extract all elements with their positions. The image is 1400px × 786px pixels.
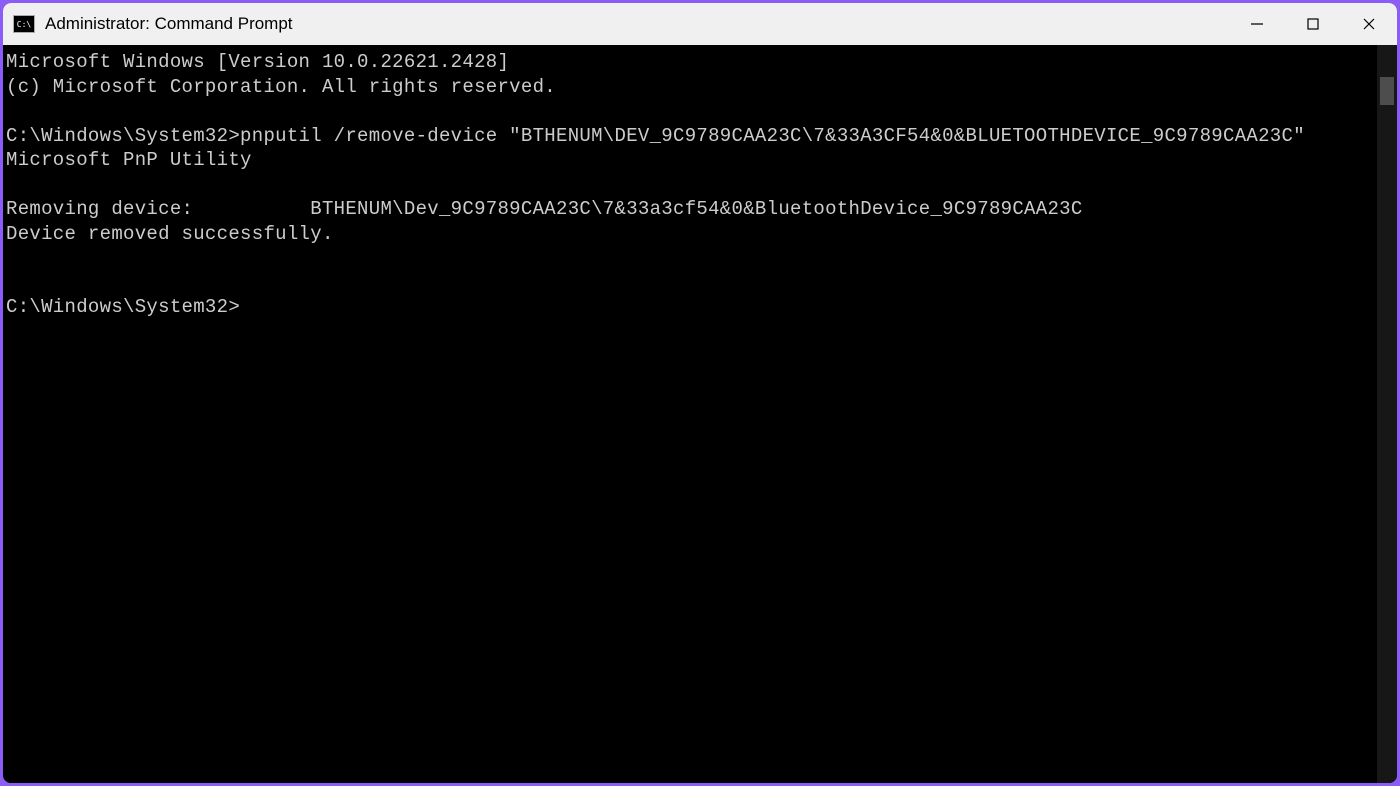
maximize-icon xyxy=(1306,17,1320,31)
window-controls xyxy=(1229,3,1397,45)
window-title: Administrator: Command Prompt xyxy=(45,14,293,34)
scrollbar-thumb[interactable] xyxy=(1380,77,1394,105)
maximize-button[interactable] xyxy=(1285,3,1341,45)
titlebar[interactable]: C:\ Administrator: Command Prompt xyxy=(3,3,1397,45)
terminal-prompt: C:\Windows\System32> xyxy=(6,296,240,318)
terminal-line: Microsoft Windows [Version 10.0.22621.24… xyxy=(6,51,509,73)
cmd-icon-text: C:\ xyxy=(17,20,31,29)
terminal-line: C:\Windows\System32>pnputil /remove-devi… xyxy=(6,125,1305,147)
close-icon xyxy=(1362,17,1376,31)
close-button[interactable] xyxy=(1341,3,1397,45)
terminal-line: Microsoft PnP Utility xyxy=(6,149,252,171)
terminal-output[interactable]: Microsoft Windows [Version 10.0.22621.24… xyxy=(3,45,1377,783)
command-prompt-window: C:\ Administrator: Command Prompt xyxy=(3,3,1397,783)
cmd-icon: C:\ xyxy=(13,15,35,33)
terminal-area: Microsoft Windows [Version 10.0.22621.24… xyxy=(3,45,1397,783)
terminal-line: (c) Microsoft Corporation. All rights re… xyxy=(6,76,556,98)
scrollbar-track[interactable] xyxy=(1377,45,1397,783)
terminal-line: Removing device: BTHENUM\Dev_9C9789CAA23… xyxy=(6,198,1083,220)
terminal-line: Device removed successfully. xyxy=(6,223,334,245)
minimize-icon xyxy=(1250,17,1264,31)
minimize-button[interactable] xyxy=(1229,3,1285,45)
